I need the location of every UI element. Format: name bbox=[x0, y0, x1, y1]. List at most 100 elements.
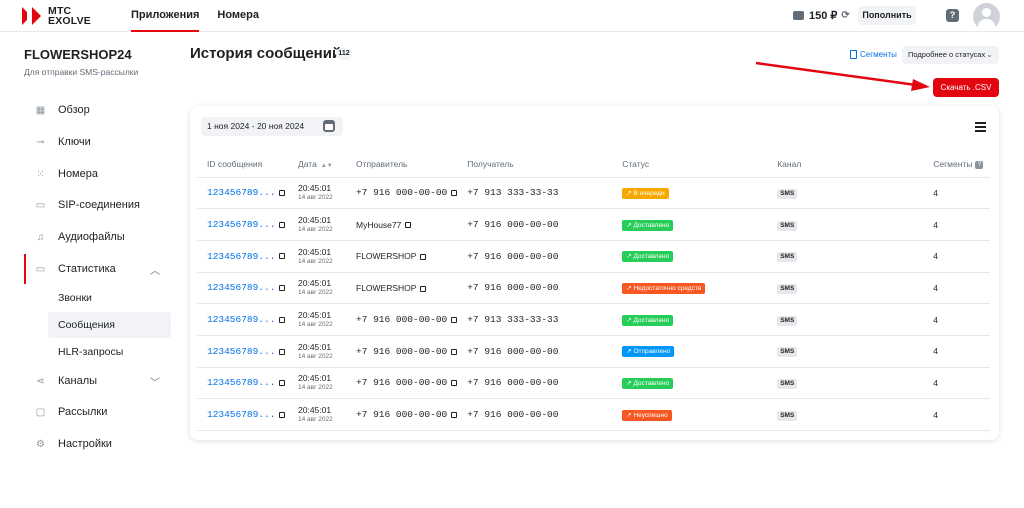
message-id-link[interactable]: 123456789... bbox=[207, 187, 275, 198]
copy-icon[interactable] bbox=[279, 411, 286, 418]
cell-status: ↗ В очереди bbox=[612, 177, 768, 210]
cell-id[interactable]: 123456789... bbox=[197, 208, 288, 241]
sidebar-item-label: Обзор bbox=[58, 104, 90, 116]
date-range-picker[interactable]: 1 ноя 2024 - 20 ноя 2024 bbox=[201, 117, 343, 136]
segments-value: 4 bbox=[933, 377, 938, 388]
cell-id[interactable]: 123456789... bbox=[197, 335, 288, 368]
table-row[interactable]: 123456789... 20:45:01 14 авг 2022 +7 916 00… bbox=[197, 367, 990, 400]
segments-value: 4 bbox=[933, 282, 938, 293]
cell-time: 20:45:01 bbox=[298, 183, 332, 194]
logo[interactable]: МТС EXOLVE bbox=[22, 6, 91, 26]
table-row[interactable]: 123456789... 20:45:01 14 авг 2022 +7 916 00… bbox=[197, 177, 990, 210]
refresh-icon[interactable]: ⟳ bbox=[841, 10, 849, 21]
message-id-link[interactable]: 123456789... bbox=[207, 219, 275, 230]
cell-channel: SMS bbox=[767, 335, 924, 368]
col-header-status[interactable]: Статус bbox=[612, 152, 768, 178]
copy-icon[interactable] bbox=[279, 380, 286, 387]
sidebar-item-audio[interactable]: ♫ Аудиофайлы bbox=[35, 227, 125, 247]
cell-id[interactable]: 123456789... bbox=[197, 240, 288, 273]
share-icon: ⋖ bbox=[36, 375, 45, 387]
sidebar-item-sip[interactable]: ▭ SIP-соединения bbox=[35, 195, 140, 215]
sidebar-item-statistics[interactable]: ▭ Статистика bbox=[35, 259, 116, 279]
copy-icon[interactable] bbox=[279, 316, 286, 323]
table-row[interactable]: 123456789... 20:45:01 14 авг 2022 +7 916 00… bbox=[197, 335, 990, 368]
messages-table: ID сообщения Дата ▲▼ Отправитель Получате… bbox=[197, 152, 990, 431]
cell-id[interactable]: 123456789... bbox=[197, 272, 288, 305]
nav-item-numbers[interactable]: Номера bbox=[217, 0, 259, 32]
sidebar-item-overview[interactable]: ▦ Обзор bbox=[35, 100, 90, 120]
download-csv-button[interactable]: Скачать .CSV bbox=[933, 78, 999, 97]
sidebar-item-settings[interactable]: ⚙ Настройки bbox=[35, 434, 112, 454]
col-header-recipient[interactable]: Получатель bbox=[457, 152, 613, 178]
filter-settings-icon[interactable] bbox=[975, 120, 986, 132]
cell-id[interactable]: 123456789... bbox=[197, 303, 288, 336]
message-id-link[interactable]: 123456789... bbox=[207, 377, 275, 388]
cell-channel: SMS bbox=[767, 240, 924, 273]
sidebar-item-channels[interactable]: ⋖ Каналы bbox=[35, 371, 97, 391]
message-id-link[interactable]: 123456789... bbox=[207, 409, 275, 420]
table-row[interactable]: 123456789... 20:45:01 14 авг 2022 FLOWERSHO… bbox=[197, 240, 990, 273]
table-row[interactable]: 123456789... 20:45:01 14 авг 2022 MyHouse77… bbox=[197, 208, 990, 241]
sidebar-item-numbers[interactable]: ⁙ Номера bbox=[35, 164, 98, 184]
cell-id[interactable]: 123456789... bbox=[197, 177, 288, 210]
segments-value: 4 bbox=[933, 187, 938, 198]
balance-value: 150 ₽ bbox=[809, 10, 838, 22]
copy-icon[interactable] bbox=[451, 411, 458, 418]
copy-icon[interactable] bbox=[451, 348, 458, 355]
table-row[interactable]: 123456789... 20:45:01 14 авг 2022 +7 916 00… bbox=[197, 398, 990, 431]
copy-icon[interactable] bbox=[451, 316, 458, 323]
chevron-down-icon[interactable]: ﹀ bbox=[150, 374, 160, 389]
col-header-sender[interactable]: Отправитель bbox=[346, 152, 458, 178]
table-row[interactable]: 123456789... 20:45:01 14 авг 2022 FLOWERSHO… bbox=[197, 272, 990, 305]
cell-date: 20:45:01 14 авг 2022 bbox=[288, 272, 346, 305]
nav-item-apps[interactable]: Приложения bbox=[131, 0, 200, 32]
status-info-select[interactable]: Подробнее о статусах ⌄ bbox=[902, 46, 999, 64]
status-info-label: Подробнее о статусах bbox=[908, 50, 986, 59]
sidebar-sub-hlr[interactable]: HLR-запросы bbox=[48, 339, 171, 365]
cell-segments: 4 bbox=[923, 272, 990, 305]
copy-icon[interactable] bbox=[279, 221, 286, 228]
copy-icon[interactable] bbox=[279, 348, 286, 355]
cell-channel: SMS bbox=[767, 208, 924, 241]
table-header-row: ID сообщения Дата ▲▼ Отправитель Получате… bbox=[197, 152, 990, 178]
copy-icon[interactable] bbox=[279, 253, 286, 260]
segments-value: 4 bbox=[933, 314, 938, 325]
message-id-link[interactable]: 123456789... bbox=[207, 251, 275, 262]
status-badge: ↗ Доставлено bbox=[622, 251, 674, 263]
sidebar-item-keys[interactable]: ⊸ Ключи bbox=[35, 132, 91, 152]
help-icon[interactable]: ? bbox=[975, 161, 984, 169]
page-title: История сообщений bbox=[190, 45, 342, 62]
help-icon[interactable]: ? bbox=[946, 9, 959, 22]
message-id-link[interactable]: 123456789... bbox=[207, 346, 275, 357]
project-name: FLOWERSHOP24 bbox=[24, 47, 132, 62]
sidebar-sub-calls[interactable]: Звонки bbox=[48, 285, 171, 311]
message-id-link[interactable]: 123456789... bbox=[207, 282, 275, 293]
sidebar-item-mailings[interactable]: ▢ Рассылки bbox=[35, 402, 108, 422]
cell-status: ↗ Доставлено bbox=[612, 240, 768, 273]
cell-date: 20:45:01 14 авг 2022 bbox=[288, 335, 346, 368]
copy-icon[interactable] bbox=[405, 222, 412, 229]
segments-value: 4 bbox=[933, 219, 938, 230]
copy-icon[interactable] bbox=[451, 190, 458, 197]
cell-id[interactable]: 123456789... bbox=[197, 367, 288, 400]
table-row[interactable]: 123456789... 20:45:01 14 авг 2022 +7 916 00… bbox=[197, 303, 990, 336]
sidebar-sub-messages[interactable]: Сообщения bbox=[48, 312, 171, 338]
key-icon: ⊸ bbox=[36, 136, 45, 148]
topup-button[interactable]: Пополнить bbox=[858, 6, 916, 25]
cell-id[interactable]: 123456789... bbox=[197, 398, 288, 431]
chevron-up-icon[interactable]: ︿ bbox=[150, 262, 160, 277]
copy-icon[interactable] bbox=[420, 285, 427, 292]
message-id-link[interactable]: 123456789... bbox=[207, 314, 275, 325]
col-header-id[interactable]: ID сообщения bbox=[197, 152, 288, 178]
copy-icon[interactable] bbox=[451, 380, 458, 387]
col-header-segments[interactable]: Сегменты? bbox=[923, 152, 990, 178]
col-header-channel[interactable]: Канал bbox=[767, 152, 924, 178]
copy-icon[interactable] bbox=[279, 285, 286, 292]
col-header-date[interactable]: Дата ▲▼ bbox=[288, 152, 346, 178]
copy-icon[interactable] bbox=[420, 253, 427, 260]
sort-icon[interactable]: ▲▼ bbox=[321, 163, 333, 169]
avatar[interactable] bbox=[973, 3, 1000, 30]
sidebar-item-label: Ключи bbox=[58, 136, 91, 148]
segments-link[interactable]: Сегменты bbox=[850, 50, 897, 59]
copy-icon[interactable] bbox=[279, 190, 286, 197]
